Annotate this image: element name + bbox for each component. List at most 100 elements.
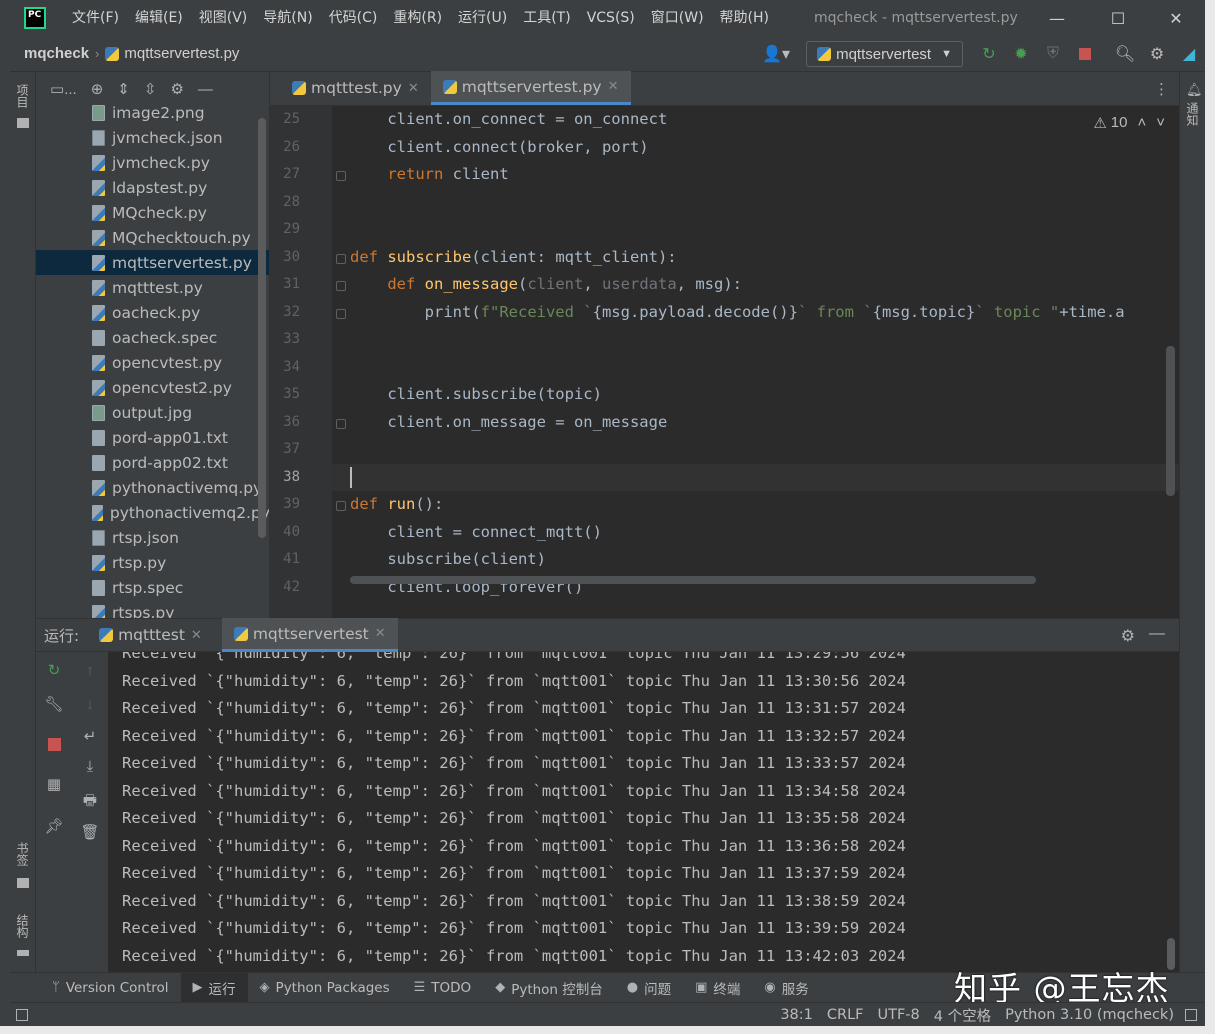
indent-setting[interactable]: 4 个空格 [927, 1005, 998, 1026]
structure-icon[interactable] [17, 950, 29, 956]
stripe-notifications-label[interactable]: 通知 [1184, 102, 1201, 126]
tree-item[interactable]: opencvtest2.py [36, 375, 269, 400]
chevron-down-icon[interactable]: ˅ [1156, 114, 1165, 132]
tree-item[interactable]: pythonactivemq2.py [36, 500, 269, 525]
python-interpreter[interactable]: Python 3.10 (mqcheck) [998, 1007, 1181, 1023]
tree-item[interactable]: ldapstest.py [36, 175, 269, 200]
tool-window-tab[interactable]: ◆ Python 控制台 [483, 973, 615, 1003]
tool-window-tab[interactable]: ☰ TODO [402, 973, 484, 1003]
stripe-structure-label[interactable]: 结构 [14, 914, 31, 938]
tree-item[interactable]: opencvtest.py [36, 350, 269, 375]
project-view-icon[interactable]: ▭... [50, 80, 77, 98]
menu-item-10[interactable]: 帮助(H) [712, 0, 777, 36]
print-icon[interactable]: 🖶︎ [80, 792, 100, 812]
run-settings-gear-icon[interactable]: ⚙ [1121, 626, 1135, 646]
menu-item-4[interactable]: 代码(C) [321, 0, 386, 36]
hide-panel-icon[interactable]: — [198, 81, 213, 98]
run-tab[interactable]: mqtttest ✕ [87, 618, 214, 652]
lock-icon[interactable] [1185, 1009, 1197, 1021]
inspection-widget[interactable]: ⚠ 10 ˄ ˅ [1093, 114, 1165, 132]
more-tabs-icon[interactable]: ⋮ [1154, 80, 1169, 98]
tree-item[interactable]: rtsps.py [36, 600, 269, 618]
fold-marker-icon[interactable] [336, 253, 346, 264]
tool-window-tab[interactable]: ◈ Python Packages [248, 973, 402, 1003]
close-tab-icon[interactable]: ✕ [408, 81, 419, 96]
close-tab-icon[interactable]: ✕ [608, 79, 619, 94]
options-gear-icon[interactable]: ⚙ [170, 80, 183, 98]
tree-item[interactable]: mqttservertest.py [36, 250, 269, 275]
status-toggle-icon[interactable] [16, 1008, 28, 1021]
expand-all-icon[interactable]: ⇕ [117, 80, 130, 98]
line-separator[interactable]: CRLF [820, 1007, 871, 1023]
fold-marker-icon[interactable] [336, 281, 346, 291]
menu-item-5[interactable]: 重构(R) [385, 0, 450, 36]
fold-marker-icon[interactable] [336, 501, 346, 511]
editor-horizontal-scrollbar[interactable] [350, 576, 1036, 584]
editor-tab[interactable]: mqttservertest.py ✕ [430, 71, 631, 105]
menu-item-3[interactable]: 导航(N) [255, 0, 320, 36]
stripe-bookmarks-label[interactable]: 书签 [14, 842, 31, 866]
file-encoding[interactable]: UTF-8 [871, 1007, 927, 1023]
run-console[interactable]: Received `{"humidity": 6, "temp": 26}` f… [108, 652, 1179, 972]
debug-icon[interactable]: ✹ [1005, 36, 1037, 72]
tree-item[interactable]: MQcheck.py [36, 200, 269, 225]
scroll-down-icon[interactable]: ↓ [80, 694, 100, 714]
chevron-up-icon[interactable]: ˄ [1137, 114, 1146, 132]
tree-item[interactable]: image2.png [36, 100, 269, 125]
fold-marker-icon[interactable] [336, 308, 346, 319]
minimize-button[interactable]: — [1037, 0, 1077, 36]
close-tab-icon[interactable]: ✕ [191, 628, 202, 643]
tree-item[interactable]: jvmcheck.py [36, 150, 269, 175]
breadcrumb-file[interactable]: mqttservertest.py [124, 45, 239, 62]
menu-item-9[interactable]: 窗口(W) [643, 0, 712, 36]
settings-gear-icon[interactable]: ⚙ [1141, 36, 1173, 72]
menu-item-7[interactable]: 工具(T) [515, 0, 578, 36]
tree-item[interactable]: pythonactivemq.py [36, 475, 269, 500]
locate-icon[interactable]: ⊕ [91, 80, 104, 98]
rerun-icon[interactable]: ↻ [44, 660, 64, 680]
rerun-icon[interactable]: ↻ [973, 36, 1005, 72]
coverage-icon[interactable]: ⛨ [1037, 36, 1069, 72]
tree-item[interactable]: rtsp.spec [36, 575, 269, 600]
stop-icon[interactable] [1069, 36, 1101, 72]
fold-marker-icon[interactable] [336, 418, 346, 429]
tool-window-tab[interactable]: ▶ 运行 [180, 972, 248, 1003]
tool-window-tab[interactable]: ᛘ Version Control [40, 973, 181, 1003]
tool-window-tab[interactable]: ▣ 终端 [683, 973, 752, 1003]
tree-item[interactable]: rtsp.json [36, 525, 269, 550]
run-tab[interactable]: mqttservertest ✕ [221, 618, 398, 652]
tree-item[interactable]: MQchecktouch.py [36, 225, 269, 250]
tool-window-tab[interactable]: ◉ 服务 [752, 973, 820, 1003]
folder-icon[interactable] [17, 118, 29, 128]
modify-config-wrench-icon[interactable]: 🔧︎ [44, 694, 64, 714]
tree-item[interactable]: pord-app01.txt [36, 425, 269, 450]
stripe-project-label[interactable]: 项目 [14, 84, 31, 108]
close-window-button[interactable]: ✕ [1156, 0, 1196, 36]
bell-icon[interactable]: 🔔︎ [1186, 82, 1203, 98]
maximize-button[interactable]: ☐ [1098, 0, 1138, 36]
scroll-up-icon[interactable]: ↑ [80, 660, 100, 680]
scroll-to-end-icon[interactable]: ⤓ [80, 756, 100, 776]
tree-item[interactable]: pord-app02.txt [36, 450, 269, 475]
menu-item-6[interactable]: 运行(U) [450, 0, 515, 36]
menu-item-0[interactable]: 文件(F) [64, 0, 127, 36]
editor-vertical-scrollbar[interactable] [1166, 346, 1175, 496]
close-tab-icon[interactable]: ✕ [375, 626, 386, 641]
run-configuration-select[interactable]: mqttservertest ▼ [806, 41, 963, 67]
tree-item[interactable]: output.jpg [36, 400, 269, 425]
search-icon[interactable]: 🔍︎ [1109, 36, 1141, 72]
trash-icon[interactable]: 🗑︎ [80, 822, 100, 842]
tree-item[interactable]: mqtttest.py [36, 275, 269, 300]
soft-wrap-icon[interactable]: ↵ [80, 726, 100, 746]
breadcrumb-project[interactable]: mqcheck [24, 45, 89, 62]
menu-item-1[interactable]: 编辑(E) [127, 0, 191, 36]
menu-item-8[interactable]: VCS(S) [579, 0, 643, 36]
collapse-all-icon[interactable]: ⇳ [144, 80, 157, 98]
tool-window-tab[interactable]: ● 问题 [615, 973, 683, 1003]
tree-item[interactable]: rtsp.py [36, 550, 269, 575]
bookmark-icon[interactable] [17, 878, 29, 888]
plugin-logo-icon[interactable]: ◢ [1173, 36, 1205, 72]
user-icon[interactable]: 👤▾ [756, 36, 796, 72]
pin-icon[interactable]: 📌︎ [44, 816, 64, 836]
hide-run-panel-icon[interactable]: — [1149, 625, 1165, 643]
